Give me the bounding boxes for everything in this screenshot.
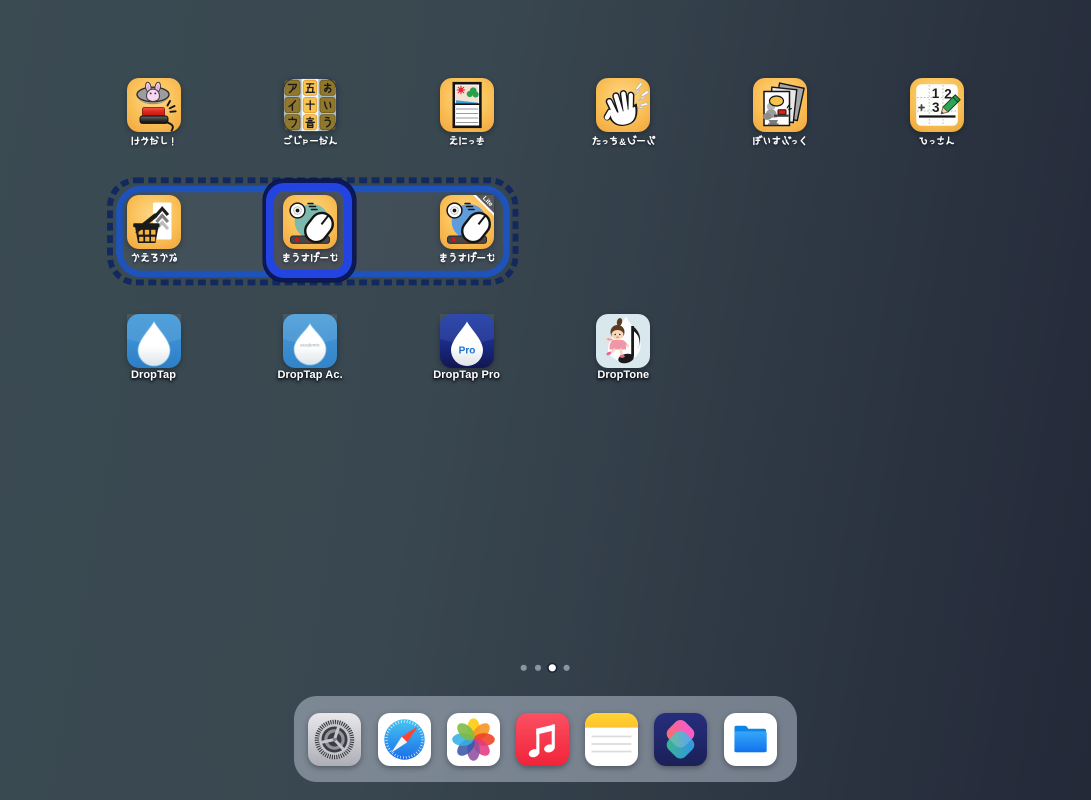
svg-text:academic: academic <box>300 342 320 347</box>
svg-text:Pro: Pro <box>458 345 475 356</box>
svg-text:&: & <box>619 137 626 148</box>
svg-text:3: 3 <box>932 100 940 115</box>
svg-text:1: 1 <box>931 86 939 101</box>
